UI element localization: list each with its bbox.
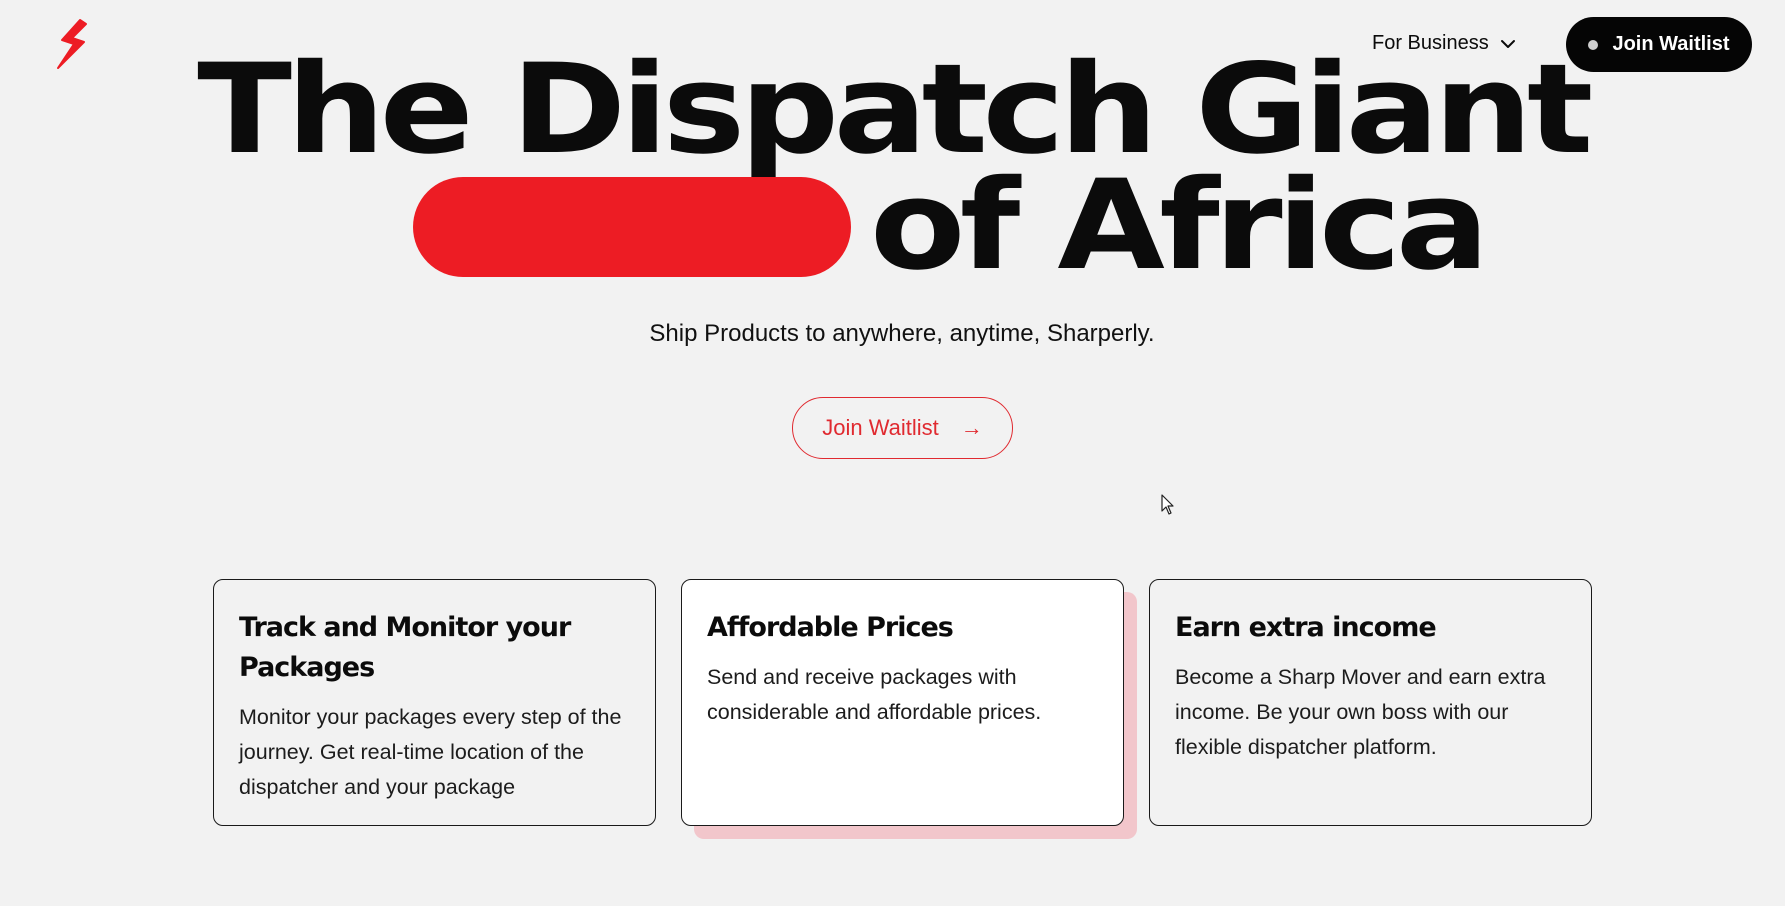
feature-card-description: Monitor your packages every step of the … bbox=[239, 705, 622, 799]
join-waitlist-cta-button[interactable]: Join Waitlist → bbox=[792, 397, 1013, 459]
arrow-right-icon: → bbox=[960, 415, 983, 440]
feature-card-description: Send and receive packages with considera… bbox=[707, 665, 1042, 724]
hero-subtitle: Ship Products to anywhere, anytime, Shar… bbox=[649, 320, 1155, 347]
hero-title-line-2: of Africa bbox=[870, 154, 1489, 298]
feature-card-track: Track and Monitor your Packages Monitor … bbox=[213, 579, 656, 826]
feature-card-title: Affordable Prices bbox=[707, 612, 954, 643]
feature-card-title: Track and Monitor your Packages bbox=[239, 612, 571, 683]
feature-card-income: Earn extra income Become a Sharp Mover a… bbox=[1149, 579, 1592, 826]
join-waitlist-cta-label: Join Waitlist bbox=[822, 415, 939, 440]
landing-page: For Business Join Waitlist The Dispatch … bbox=[0, 0, 1785, 906]
mouse-cursor-icon bbox=[1161, 494, 1174, 515]
feature-card-description: Become a Sharp Mover and earn extra inco… bbox=[1175, 665, 1546, 759]
feature-card-title: Earn extra income bbox=[1175, 612, 1437, 643]
hero-red-pill bbox=[413, 177, 851, 277]
feature-card-prices: Affordable Prices Send and receive packa… bbox=[681, 579, 1124, 826]
